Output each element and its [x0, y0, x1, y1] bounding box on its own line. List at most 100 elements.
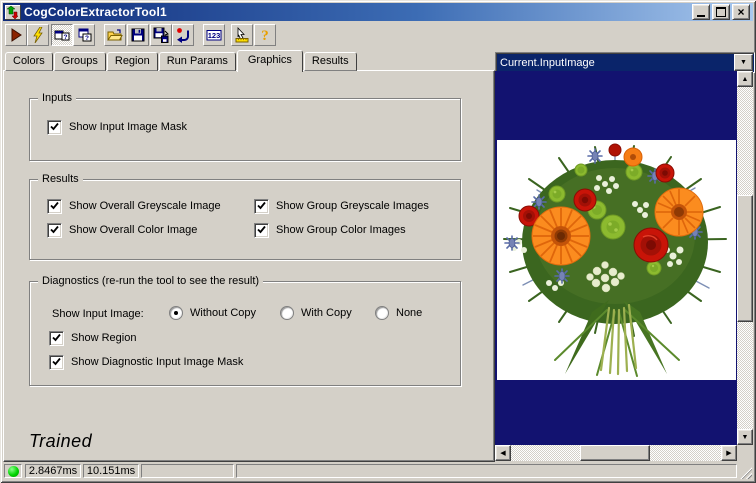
show-overall-color-checkbox[interactable] [47, 223, 62, 238]
show-diagnostic-input-image-mask-checkbox[interactable] [49, 355, 64, 370]
tab-run-params[interactable]: Run Params [159, 52, 236, 71]
show-current-record-icon: ? [54, 27, 70, 43]
run-button[interactable] [5, 24, 27, 46]
checkbox-label: Show Diagnostic Input Image Mask [71, 356, 243, 368]
show-input-image-mask-checkbox[interactable] [47, 120, 62, 135]
trained-status-label: Trained [29, 431, 92, 452]
close-button[interactable]: × [732, 4, 750, 20]
checkbox-label: Show Overall Color Image [69, 224, 197, 236]
chevron-down-icon: ▼ [740, 59, 747, 66]
status-green-indicator-icon [8, 466, 19, 477]
float-record-window-button[interactable]: ? [73, 24, 95, 46]
diagnostics-groupbox: Diagnostics (re-run the tool to see the … [29, 281, 461, 386]
combobox-dropdown-button[interactable]: ▼ [734, 54, 753, 71]
vertical-scrollbar[interactable]: ▲ ▼ [737, 71, 753, 445]
combobox-value: Current.InputImage [496, 57, 734, 69]
radio-label: Without Copy [190, 307, 256, 319]
show-group-greyscale-checkbox[interactable] [254, 199, 269, 214]
tab-label: Graphics [248, 54, 292, 66]
tab-groups[interactable]: Groups [54, 52, 106, 71]
float-record-window-icon: ? [76, 27, 92, 43]
tab-graphics[interactable]: Graphics [237, 50, 303, 72]
maximize-icon [716, 7, 726, 17]
svg-text:?: ? [85, 35, 89, 42]
scrollbar-corner [737, 445, 753, 461]
help-button[interactable]: ? [254, 24, 276, 46]
checkbox-label: Show Input Image Mask [69, 121, 187, 133]
horizontal-scroll-thumb[interactable] [580, 445, 650, 461]
scroll-down-button[interactable]: ▼ [737, 429, 753, 445]
groupbox-title: Inputs [38, 91, 76, 105]
svg-text:123: 123 [208, 31, 221, 40]
save-as-icon [153, 27, 169, 43]
tab-region[interactable]: Region [107, 52, 158, 71]
show-region-checkbox[interactable] [49, 331, 64, 346]
tab-label: Colors [13, 55, 45, 67]
show-overall-greyscale-checkbox[interactable] [47, 199, 62, 214]
minimize-button[interactable] [692, 4, 710, 20]
scroll-left-button[interactable]: ◀ [495, 445, 511, 461]
arrow-down-icon: ▼ [742, 434, 749, 441]
radio-label: None [396, 307, 422, 319]
show-current-record-button[interactable]: ? [51, 24, 73, 46]
run-time-panel: 2.8467ms [25, 464, 81, 478]
with-copy-radio[interactable] [280, 306, 294, 320]
run-icon [8, 27, 24, 43]
tab-label: Region [115, 55, 150, 67]
svg-text:?: ? [261, 28, 269, 43]
run-indicator-panel [4, 464, 22, 478]
arrow-right-icon: ▶ [726, 450, 731, 457]
save-icon [130, 27, 146, 43]
radio-label: With Copy [301, 307, 352, 319]
pointer-ruler-icon [234, 27, 250, 43]
results-groupbox: Results Show Overall Greyscale Image Sho… [29, 179, 461, 260]
window-title: CogColorExtractorTool1 [24, 5, 692, 19]
total-time-value: 10.151ms [87, 465, 135, 477]
graphics-tab-page: Inputs Show Input Image Mask Results Sho… [3, 70, 495, 462]
save-as-button[interactable] [150, 24, 172, 46]
flower-bouquet-photo [497, 140, 736, 380]
image-display: ▲ ▼ ◀ ▶ [495, 71, 753, 445]
maximize-button[interactable] [712, 4, 730, 20]
scroll-right-button[interactable]: ▶ [721, 445, 737, 461]
app-icon [5, 5, 21, 20]
show-group-color-checkbox[interactable] [254, 223, 269, 238]
reset-button[interactable] [172, 24, 194, 46]
horizontal-scrollbar[interactable]: ◀ ▶ [495, 445, 737, 461]
toolbar: ? ? [3, 22, 753, 48]
run-time-value: 2.8467ms [29, 465, 77, 477]
numeric-123-icon: 123 [206, 27, 222, 43]
show-input-image-label: Show Input Image: [52, 308, 144, 320]
reset-icon [175, 27, 191, 43]
scroll-up-button[interactable]: ▲ [737, 71, 753, 87]
checkbox-label: Show Group Greyscale Images [276, 200, 429, 212]
lightning-run-icon [30, 27, 46, 43]
run-electric-button[interactable] [27, 24, 49, 46]
arrow-left-icon: ◀ [500, 450, 505, 457]
title-bar[interactable]: CogColorExtractorTool1 × [3, 3, 753, 21]
image-buffer-combobox[interactable]: Current.InputImage ▼ [495, 52, 755, 73]
vertical-scroll-thumb[interactable] [737, 195, 753, 322]
svg-text:?: ? [64, 34, 68, 41]
arrow-up-icon: ▲ [742, 76, 749, 83]
resize-grip[interactable] [739, 466, 752, 479]
none-radio[interactable] [375, 306, 389, 320]
app-window: CogColorExtractorTool1 × ? [0, 0, 756, 483]
groupbox-title: Results [38, 172, 83, 186]
checkbox-label: Show Region [71, 332, 136, 344]
open-folder-icon [107, 27, 123, 43]
inputs-groupbox: Inputs Show Input Image Mask [29, 98, 461, 161]
status-bar: 2.8467ms 10.151ms [3, 463, 753, 480]
checkbox-label: Show Overall Greyscale Image [69, 200, 221, 212]
tab-colors[interactable]: Colors [5, 52, 53, 71]
save-button[interactable] [127, 24, 149, 46]
tab-label: Results [312, 55, 349, 67]
status-panel-empty-1 [141, 464, 234, 478]
numeric-results-button[interactable]: 123 [203, 24, 225, 46]
electrode-button[interactable] [231, 24, 253, 46]
tab-results[interactable]: Results [304, 52, 357, 71]
without-copy-radio[interactable] [169, 306, 183, 320]
minimize-icon [697, 15, 705, 17]
open-button[interactable] [104, 24, 126, 46]
help-icon: ? [257, 27, 273, 43]
